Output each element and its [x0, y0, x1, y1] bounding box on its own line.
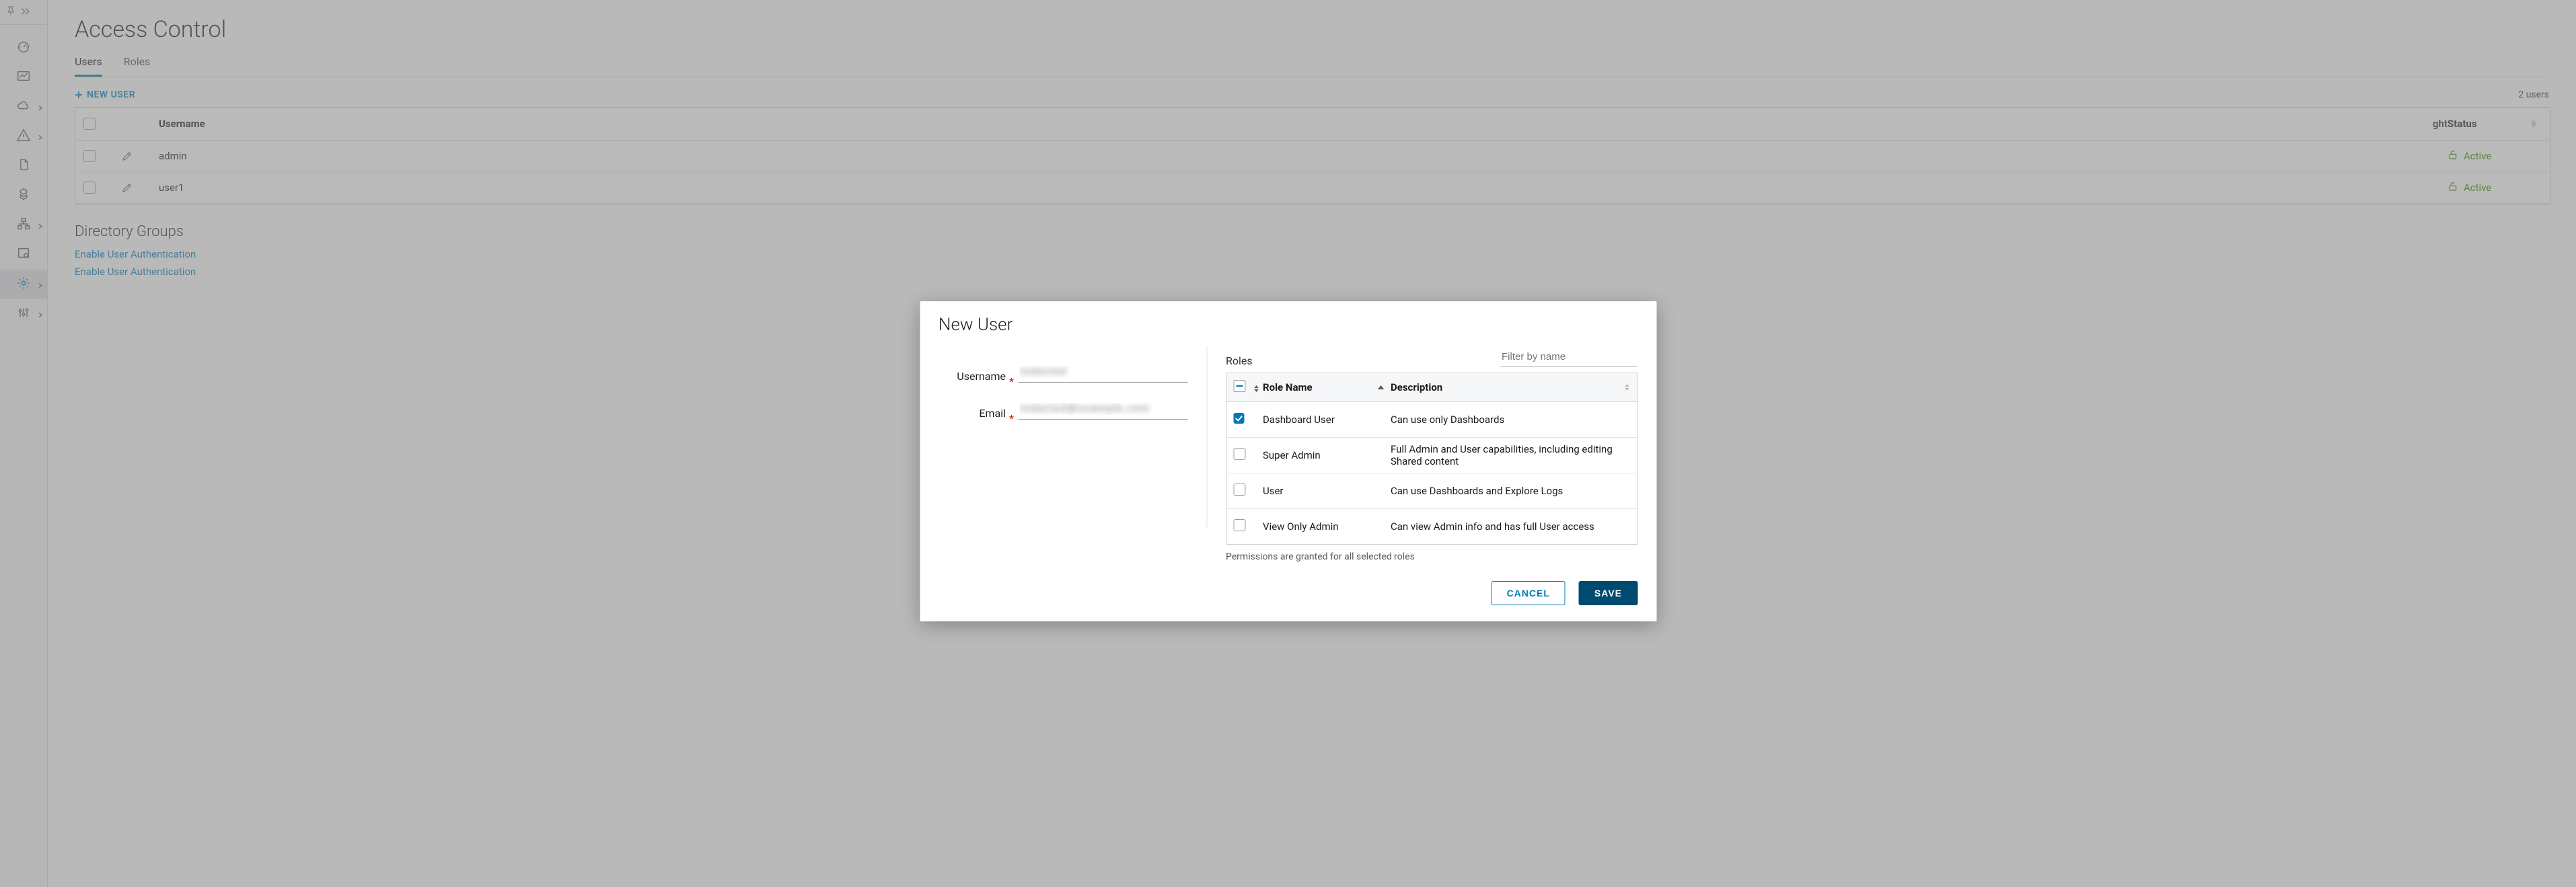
- role-description: Can view Admin info and has full User ac…: [1391, 520, 1630, 533]
- modal-footer: CANCEL SAVE: [920, 568, 1656, 621]
- roles-table-row[interactable]: UserCan use Dashboards and Explore Logs: [1226, 473, 1637, 509]
- modal-form: Username * Email *: [939, 346, 1187, 562]
- cancel-button[interactable]: CANCEL: [1492, 581, 1566, 605]
- select-all-roles-checkbox[interactable]: [1233, 380, 1245, 392]
- role-description: Can use Dashboards and Explore Logs: [1391, 485, 1630, 497]
- username-label: Username *: [939, 370, 1006, 383]
- roles-panel: Roles Role Name: [1226, 346, 1637, 562]
- role-checkbox[interactable]: [1233, 448, 1245, 460]
- role-description: Full Admin and User capabilities, includ…: [1391, 443, 1630, 467]
- new-user-modal: New User Username * Email *: [920, 301, 1656, 621]
- col-role-name[interactable]: Role Name: [1263, 381, 1391, 393]
- username-input[interactable]: [1018, 363, 1187, 383]
- col-role-description[interactable]: Description: [1391, 381, 1630, 393]
- permissions-hint: Permissions are granted for all selected…: [1226, 551, 1637, 562]
- sort-asc-icon: [1377, 381, 1384, 393]
- role-checkbox[interactable]: [1233, 519, 1245, 531]
- vertical-divider: [1206, 346, 1207, 527]
- role-name: Dashboard User: [1263, 414, 1391, 426]
- sort-icon: [1253, 383, 1260, 395]
- roles-table-row[interactable]: Super AdminFull Admin and User capabilit…: [1226, 438, 1637, 473]
- roles-table: Role Name Description Dashboard: [1226, 373, 1637, 545]
- required-asterisk: *: [1009, 412, 1014, 425]
- save-button[interactable]: SAVE: [1579, 581, 1637, 605]
- sort-icon: [1623, 381, 1630, 393]
- role-name: View Only Admin: [1263, 520, 1391, 533]
- modal-title: New User: [920, 301, 1656, 340]
- roles-table-header: Role Name Description: [1226, 373, 1637, 402]
- roles-filter-input[interactable]: [1500, 350, 1637, 367]
- role-description: Can use only Dashboards: [1391, 414, 1630, 426]
- email-input[interactable]: [1018, 400, 1187, 420]
- roles-table-row[interactable]: View Only AdminCan view Admin info and h…: [1226, 509, 1637, 544]
- role-name: Super Admin: [1263, 449, 1391, 461]
- role-checkbox[interactable]: [1233, 413, 1244, 424]
- email-label: Email *: [939, 407, 1006, 420]
- roles-label: Roles: [1226, 354, 1253, 367]
- required-asterisk: *: [1009, 375, 1014, 388]
- role-checkbox[interactable]: [1233, 484, 1245, 496]
- role-name: User: [1263, 485, 1391, 497]
- roles-table-row[interactable]: Dashboard UserCan use only Dashboards: [1226, 402, 1637, 438]
